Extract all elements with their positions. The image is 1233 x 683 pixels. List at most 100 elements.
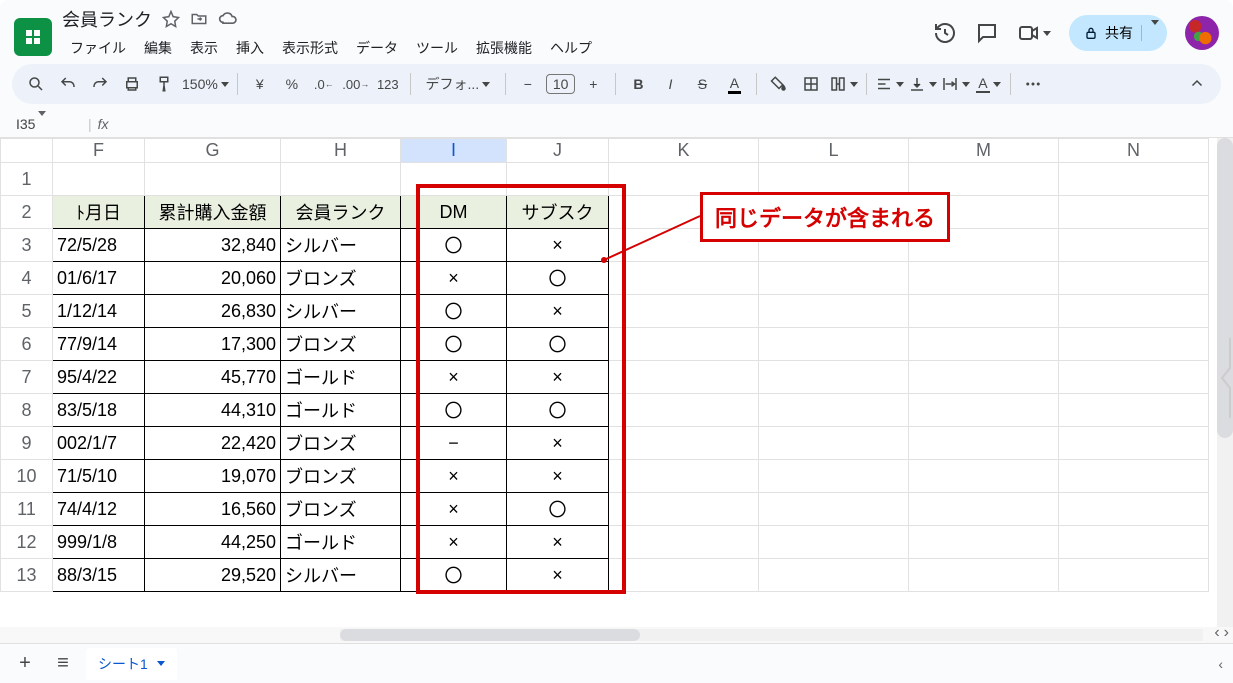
col-header-K[interactable]: K [609, 139, 759, 163]
cell-I4[interactable]: × [401, 262, 507, 295]
cell-L8[interactable] [759, 394, 909, 427]
cell-N10[interactable] [1059, 460, 1209, 493]
cell-H8[interactable]: ゴールド [281, 394, 401, 427]
decrease-decimal[interactable]: .0← [310, 70, 338, 98]
cell-N13[interactable] [1059, 559, 1209, 592]
cell-J9[interactable]: × [507, 427, 609, 460]
cell-N5[interactable] [1059, 295, 1209, 328]
more-toolbar-icon[interactable] [1019, 70, 1047, 98]
cell-K6[interactable] [609, 328, 759, 361]
cell-M9[interactable] [909, 427, 1059, 460]
cell-F1[interactable] [53, 163, 145, 196]
cell-K10[interactable] [609, 460, 759, 493]
all-sheets-button[interactable]: ≡ [48, 652, 78, 675]
cell-N8[interactable] [1059, 394, 1209, 427]
cell-L12[interactable] [759, 526, 909, 559]
share-chevron-icon[interactable] [1141, 25, 1159, 41]
cell-M10[interactable] [909, 460, 1059, 493]
cell-F2[interactable]: ﾄ月日 [53, 196, 145, 229]
cell-I11[interactable]: × [401, 493, 507, 526]
print-icon[interactable] [118, 70, 146, 98]
cell-F7[interactable]: 95/4/22 [53, 361, 145, 394]
cell-M12[interactable] [909, 526, 1059, 559]
cell-L1[interactable] [759, 163, 909, 196]
col-header-H[interactable]: H [281, 139, 401, 163]
cell-K12[interactable] [609, 526, 759, 559]
cell-K1[interactable] [609, 163, 759, 196]
row-header-4[interactable]: 4 [1, 262, 53, 295]
cell-J13[interactable]: × [507, 559, 609, 592]
cell-G9[interactable]: 22,420 [145, 427, 281, 460]
cell-F4[interactable]: 01/6/17 [53, 262, 145, 295]
cell-L4[interactable] [759, 262, 909, 295]
side-panel-toggle[interactable] [1218, 338, 1232, 418]
cell-F10[interactable]: 71/5/10 [53, 460, 145, 493]
col-header-G[interactable]: G [145, 139, 281, 163]
undo-icon[interactable] [54, 70, 82, 98]
cell-I1[interactable] [401, 163, 507, 196]
cell-M8[interactable] [909, 394, 1059, 427]
cell-H9[interactable]: ブロンズ [281, 427, 401, 460]
font-family-dropdown[interactable]: デフォ... [419, 70, 497, 98]
cell-F11[interactable]: 74/4/12 [53, 493, 145, 526]
col-header-F[interactable]: F [53, 139, 145, 163]
cell-H11[interactable]: ブロンズ [281, 493, 401, 526]
bold-button[interactable]: B [624, 70, 652, 98]
history-icon[interactable] [933, 21, 957, 45]
cell-N2[interactable] [1059, 196, 1209, 229]
cell-M5[interactable] [909, 295, 1059, 328]
cell-J2[interactable]: サブスク [507, 196, 609, 229]
scroll-left-icon[interactable]: ‹ [1214, 624, 1219, 642]
cell-G3[interactable]: 32,840 [145, 229, 281, 262]
star-icon[interactable] [162, 10, 180, 28]
cell-K8[interactable] [609, 394, 759, 427]
row-header-1[interactable]: 1 [1, 163, 53, 196]
cell-L5[interactable] [759, 295, 909, 328]
cell-G4[interactable]: 20,060 [145, 262, 281, 295]
cell-H6[interactable]: ブロンズ [281, 328, 401, 361]
col-header-I[interactable]: I [401, 139, 507, 163]
row-header-7[interactable]: 7 [1, 361, 53, 394]
cell-N3[interactable] [1059, 229, 1209, 262]
cell-F3[interactable]: 72/5/28 [53, 229, 145, 262]
rotate-button[interactable]: A [974, 70, 1002, 98]
cell-F5[interactable]: 1/12/14 [53, 295, 145, 328]
cell-J7[interactable]: × [507, 361, 609, 394]
cell-H3[interactable]: シルバー [281, 229, 401, 262]
cell-G7[interactable]: 45,770 [145, 361, 281, 394]
strike-button[interactable]: S [688, 70, 716, 98]
explore-button[interactable]: ‹ [1218, 656, 1223, 672]
cell-F9[interactable]: 002/1/7 [53, 427, 145, 460]
v-align-button[interactable] [908, 70, 937, 98]
cell-H4[interactable]: ブロンズ [281, 262, 401, 295]
text-color-button[interactable]: A [720, 70, 748, 98]
cell-M11[interactable] [909, 493, 1059, 526]
cell-J11[interactable]: 〇 [507, 493, 609, 526]
cell-G13[interactable]: 29,520 [145, 559, 281, 592]
scroll-right-icon[interactable]: › [1224, 624, 1229, 642]
row-header-12[interactable]: 12 [1, 526, 53, 559]
cell-H1[interactable] [281, 163, 401, 196]
cell-L10[interactable] [759, 460, 909, 493]
cell-K13[interactable] [609, 559, 759, 592]
row-header-2[interactable]: 2 [1, 196, 53, 229]
h-align-button[interactable] [875, 70, 904, 98]
move-folder-icon[interactable] [190, 10, 208, 28]
cell-J5[interactable]: × [507, 295, 609, 328]
horizontal-scrollbar[interactable]: ‹› [0, 627, 1233, 643]
cell-J8[interactable]: 〇 [507, 394, 609, 427]
cell-F13[interactable]: 88/3/15 [53, 559, 145, 592]
row-header-8[interactable]: 8 [1, 394, 53, 427]
col-header-L[interactable]: L [759, 139, 909, 163]
cell-N1[interactable] [1059, 163, 1209, 196]
cell-N6[interactable] [1059, 328, 1209, 361]
search-menus-icon[interactable] [22, 70, 50, 98]
cell-F8[interactable]: 83/5/18 [53, 394, 145, 427]
cell-H10[interactable]: ブロンズ [281, 460, 401, 493]
cell-N11[interactable] [1059, 493, 1209, 526]
col-header-J[interactable]: J [507, 139, 609, 163]
cell-J1[interactable] [507, 163, 609, 196]
borders-button[interactable] [797, 70, 825, 98]
meet-icon[interactable] [1017, 21, 1051, 45]
cell-N9[interactable] [1059, 427, 1209, 460]
